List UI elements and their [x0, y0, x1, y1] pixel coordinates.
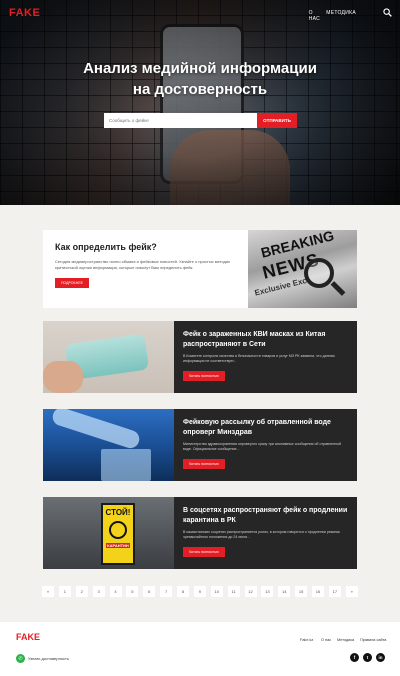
read-more-button[interactable]: Читать полностью	[183, 547, 225, 557]
page-link[interactable]: 4	[109, 586, 122, 597]
page-link[interactable]: 16	[312, 586, 324, 597]
news-title[interactable]: Фейковую рассылку об отравленной воде оп…	[183, 418, 348, 437]
social-links: f t in	[350, 653, 385, 662]
nav-method[interactable]: МЕТОДИКА	[326, 10, 356, 16]
more-button[interactable]: ПОДРОБНЕЕ	[55, 278, 90, 288]
breaking-news-image: BREAKING NEWS Exclusive Excl	[248, 230, 357, 308]
hero-banner: FAKE О НАС МЕТОДИКА Анализ медийной инфо…	[0, 0, 400, 205]
page-link[interactable]: 5	[126, 586, 139, 597]
page-link[interactable]: 12	[244, 586, 257, 597]
send-button[interactable]: ОТПРАВИТЬ	[257, 113, 297, 128]
instagram-icon[interactable]: in	[376, 653, 385, 662]
page-link[interactable]: 14	[278, 586, 291, 597]
footer-link-fakekz[interactable]: Fake.kz	[300, 638, 313, 642]
page-next[interactable]: »	[345, 586, 358, 597]
footer-link-rules[interactable]: Правила сайта	[360, 638, 386, 642]
news-excerpt: Министерство здравоохранения опровергло …	[183, 442, 341, 451]
page-link[interactable]: 9	[193, 586, 206, 597]
biohazard-icon	[109, 521, 127, 539]
whatsapp-icon[interactable]: ✆	[16, 654, 25, 663]
page-link[interactable]: 7	[160, 586, 173, 597]
news-title[interactable]: В соцсетях распространяют фейк о продлен…	[183, 506, 348, 525]
intro-card: Как определить фейк? Сегодня медиапростр…	[43, 230, 357, 308]
footer-logo[interactable]: FAKE	[16, 632, 40, 642]
read-more-button[interactable]: Читать полностью	[183, 371, 225, 381]
twitter-icon[interactable]: t	[363, 653, 372, 662]
whatsapp-label[interactable]: Узнать достоверность	[28, 656, 69, 661]
page-prev[interactable]: «	[42, 586, 54, 597]
nav-about[interactable]: О НАС	[309, 10, 320, 22]
search-icon[interactable]	[383, 8, 392, 17]
facebook-icon[interactable]: f	[350, 653, 359, 662]
intro-text: Сегодня медиапространство полно обмана и…	[55, 259, 231, 270]
report-fake-form: ОТПРАВИТЬ	[104, 113, 297, 128]
page-link[interactable]: 10	[210, 586, 223, 597]
page-link[interactable]: 17	[328, 586, 341, 597]
whatsapp-report[interactable]: ✆ Узнать достоверность	[16, 654, 69, 663]
report-input[interactable]	[104, 113, 257, 128]
site-logo[interactable]: FAKE	[9, 7, 40, 19]
intro-title: Как определить фейк?	[55, 242, 157, 252]
page-link[interactable]: 11	[227, 586, 240, 597]
stop-sign: СТОЙ! КАРАНТИН	[101, 503, 135, 565]
footer-link-about[interactable]: О нас	[321, 638, 331, 642]
page-link[interactable]: 1	[58, 586, 71, 597]
footer: FAKE Fake.kz О нас Методика Правила сайт…	[0, 622, 400, 676]
read-more-button[interactable]: Читать полностью	[183, 459, 225, 469]
pagination: « 1 2 3 4 5 6 7 8 9 10 11 12 13 14 15 16…	[42, 586, 358, 597]
news-title[interactable]: Фейк о зараженных КВИ масках из Китая ра…	[183, 330, 348, 349]
hero-title: Анализ медийной информации на достоверно…	[83, 60, 317, 98]
news-excerpt: В Комитете контроля качества и безопасно…	[183, 354, 335, 363]
news-card[interactable]: СТОЙ! КАРАНТИН В соцсетях распространяют…	[43, 497, 357, 569]
page-link[interactable]: 8	[177, 586, 189, 597]
page-link[interactable]: 2	[75, 586, 88, 597]
footer-link-method[interactable]: Методика	[337, 638, 354, 642]
news-card[interactable]: Фейк о зараженных КВИ масках из Китая ра…	[43, 321, 357, 393]
magnifier-icon	[304, 258, 334, 288]
page-link[interactable]: 15	[295, 586, 308, 597]
news-card[interactable]: Фейковую рассылку об отравленной воде оп…	[43, 409, 357, 481]
page-link[interactable]: 3	[92, 586, 105, 597]
quarantine-sign-image: СТОЙ! КАРАНТИН	[43, 497, 174, 569]
mask-image	[43, 321, 174, 393]
page-link[interactable]: 6	[143, 586, 156, 597]
water-image	[43, 409, 174, 481]
news-excerpt: В казахстанских соцсетях распространяетс…	[183, 530, 340, 539]
page-link[interactable]: 13	[261, 586, 274, 597]
